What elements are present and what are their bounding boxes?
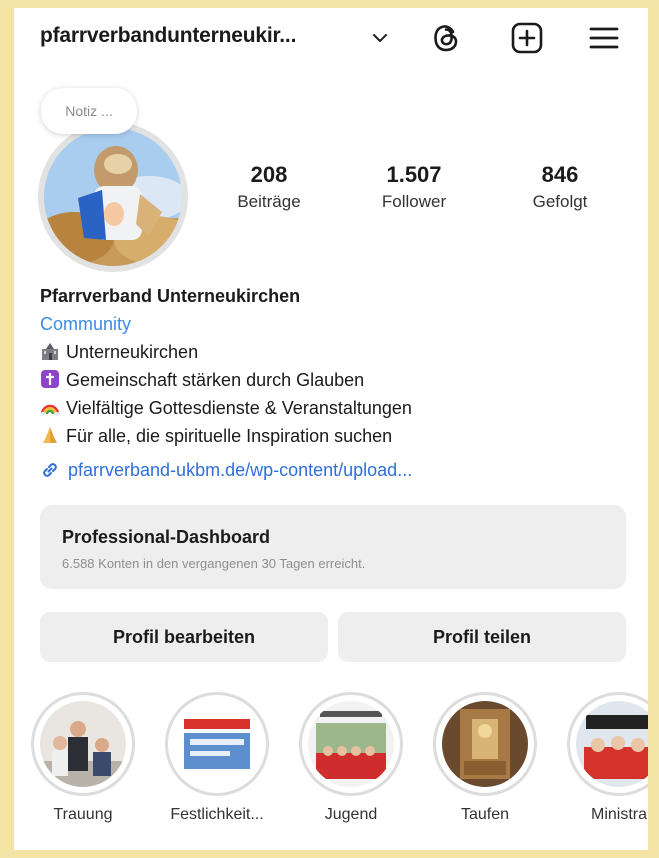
rainbow-icon <box>40 404 60 416</box>
highlight-thumbnail <box>40 701 126 787</box>
edit-profile-button[interactable]: Profil bearbeiten <box>40 612 328 662</box>
share-profile-button[interactable]: Profil teilen <box>338 612 626 662</box>
stat-value: 846 <box>541 162 579 187</box>
stat-label: Beiträge <box>237 192 301 211</box>
top-bar: pfarrverbandunterneukir... <box>14 8 648 68</box>
stat-posts[interactable]: 208 Beiträge <box>214 162 324 212</box>
stat-following[interactable]: 846 Gefolgt <box>505 162 615 212</box>
highlight-label: Festlichkeit... <box>170 806 264 823</box>
dashboard-subtitle: 6.588 Konten in den vergangenen 30 Tagen… <box>62 556 366 571</box>
highlight-thumbnail <box>174 701 260 787</box>
professional-dashboard[interactable]: Professional-Dashboard 6.588 Konten in d… <box>40 505 626 589</box>
highlight-label: Ministra <box>590 806 647 823</box>
highlight-jugend[interactable]: Jugend <box>291 692 411 824</box>
bio-line: Unterneukirchen <box>40 338 630 366</box>
note-bubble[interactable]: Notiz ... <box>41 88 137 134</box>
profile-screen: pfarrverbandunterneukir... Notiz ... 208… <box>14 8 648 850</box>
threads-icon[interactable] <box>428 20 464 56</box>
category-label[interactable]: Community <box>40 310 630 338</box>
highlight-ring <box>433 692 537 796</box>
dashboard-title: Professional-Dashboard <box>62 527 271 547</box>
place-of-worship-icon <box>41 370 59 388</box>
stat-followers[interactable]: 1.507 Follower <box>359 162 469 212</box>
bio-line: Vielfältige Gottesdienste & Veranstaltun… <box>40 394 630 422</box>
bio: Pfarrverband Unterneukirchen Community U… <box>40 282 630 484</box>
highlight-label: Trauung <box>53 806 113 823</box>
church-icon <box>42 343 58 360</box>
account-switcher[interactable]: pfarrverbandunterneukir... <box>40 24 296 48</box>
highlight-ministranten[interactable]: Ministra <box>559 692 648 824</box>
avatar[interactable] <box>44 128 182 266</box>
highlight-taufen[interactable]: Taufen <box>425 692 545 824</box>
bio-text: Gemeinschaft stärken durch Glauben <box>66 370 365 390</box>
stat-value: 208 <box>250 162 288 187</box>
link-icon <box>43 463 57 477</box>
highlight-label: Taufen <box>460 806 510 823</box>
bio-text: Vielfältige Gottesdienste & Veranstaltun… <box>66 398 412 418</box>
highlight-label: Jugend <box>324 806 378 823</box>
website-link[interactable]: pfarrverband-ukbm.de/wp-content/upload..… <box>40 456 630 484</box>
praying-hands-icon <box>43 427 57 443</box>
bio-line: Für alle, die spirituelle Inspiration su… <box>40 422 630 450</box>
highlight-thumbnail <box>442 701 528 787</box>
stat-label: Gefolgt <box>532 192 588 211</box>
stat-label: Follower <box>381 192 447 211</box>
website-link-text: pfarrverband-ukbm.de/wp-content/upload..… <box>68 460 413 480</box>
highlight-ring <box>31 692 135 796</box>
profile-name: Pfarrverband Unterneukirchen <box>40 286 301 306</box>
highlight-thumbnail <box>308 701 394 787</box>
bio-line: Gemeinschaft stärken durch Glauben <box>40 366 630 394</box>
highlight-festlichkeiten[interactable]: Festlichkeit... <box>157 692 277 824</box>
add-post-icon[interactable] <box>509 20 545 56</box>
bio-text: Für alle, die spirituelle Inspiration su… <box>66 426 393 446</box>
highlight-ring <box>567 692 648 796</box>
chevron-down-icon[interactable] <box>370 28 390 48</box>
highlight-ring <box>165 692 269 796</box>
stat-value: 1.507 <box>386 162 442 187</box>
bio-text: Unterneukirchen <box>66 342 199 362</box>
highlight-ring <box>299 692 403 796</box>
menu-icon[interactable] <box>586 20 622 56</box>
highlight-trauung[interactable]: Trauung <box>23 692 143 824</box>
highlight-thumbnail <box>576 701 648 787</box>
